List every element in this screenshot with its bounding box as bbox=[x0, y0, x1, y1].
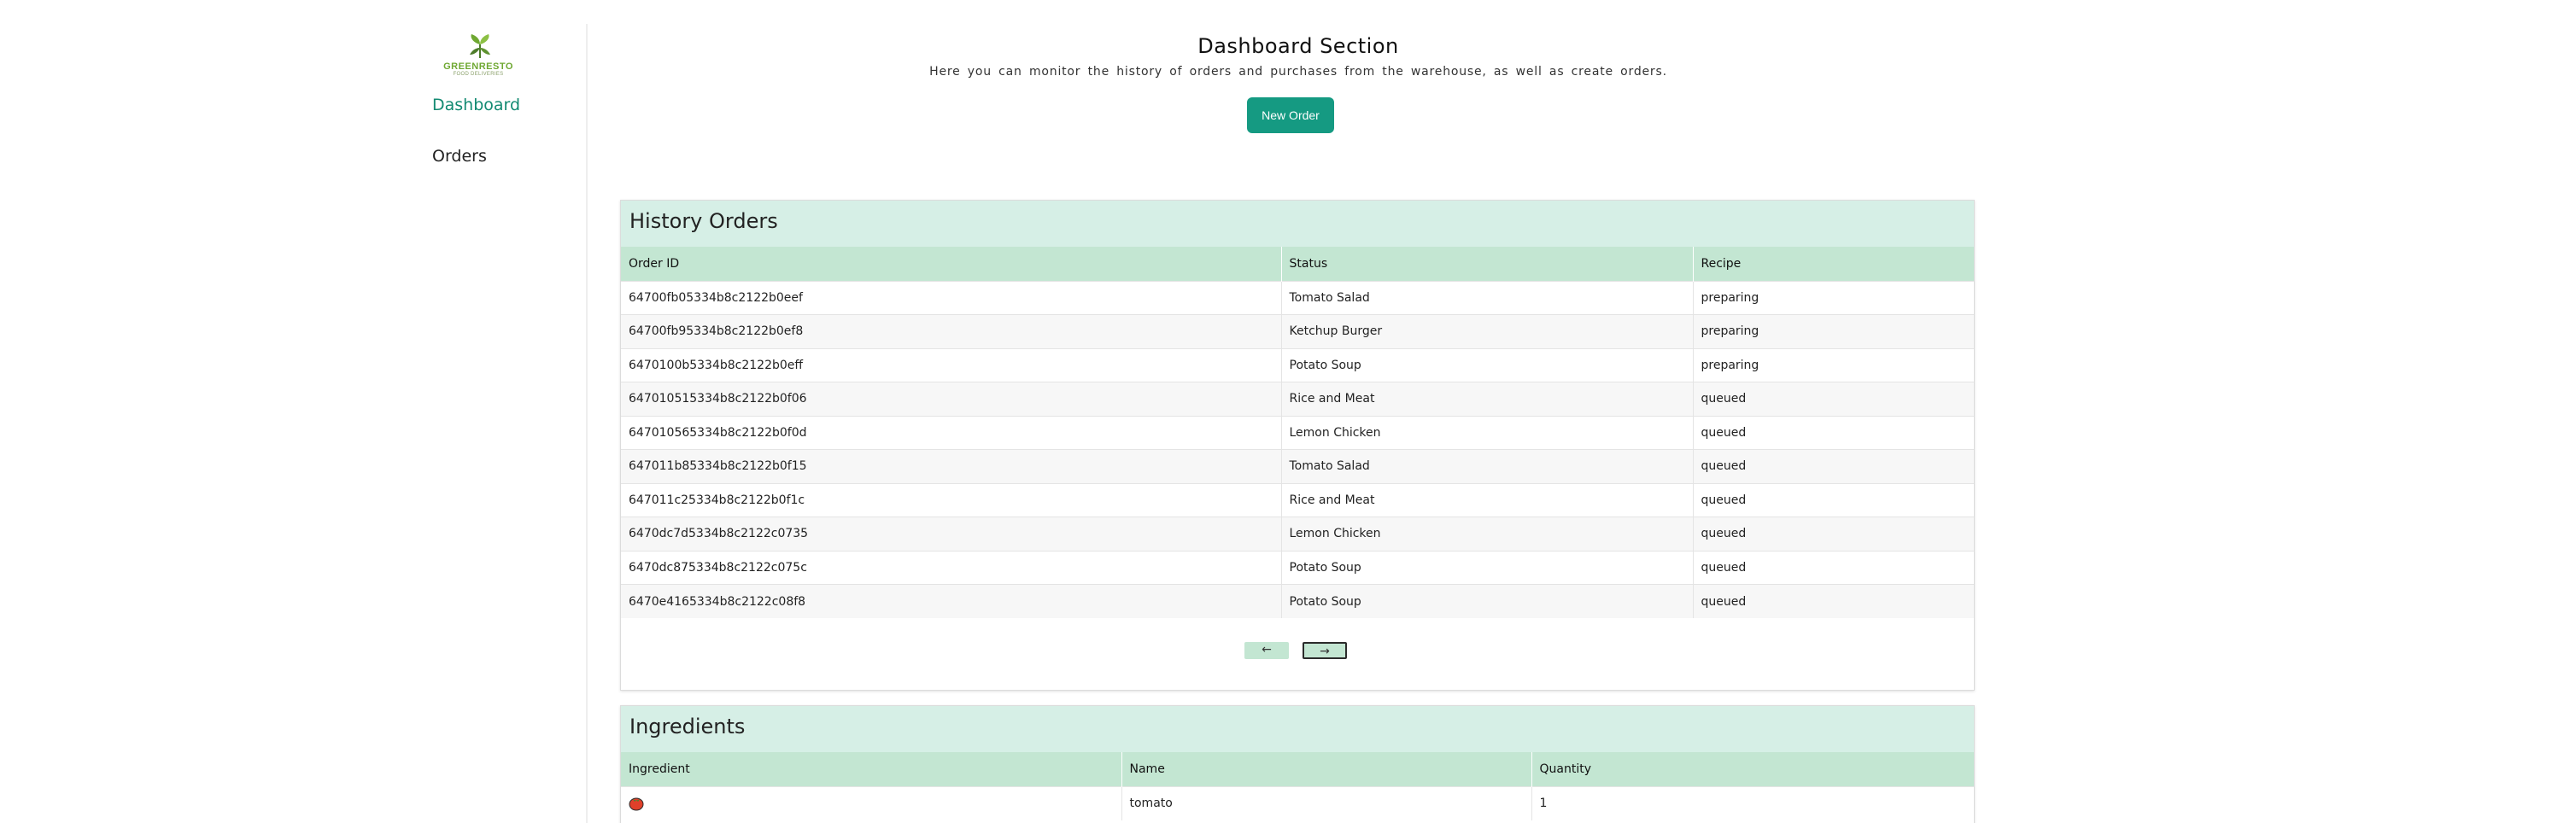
status-cell: Rice and Meat bbox=[1281, 382, 1694, 416]
table-row[interactable]: 64700fb05334b8c2122b0eef Tomato Salad prep… bbox=[621, 280, 1974, 315]
column-header-order-id: Order ID bbox=[621, 247, 1282, 281]
column-header-status: Status bbox=[1281, 247, 1694, 281]
sidebar-item-dashboard[interactable]: Dashboard bbox=[432, 96, 520, 114]
ingredients-card: Ingredients Ingredient Name Quantity tom… bbox=[620, 705, 1975, 823]
ingredient-icon-cell bbox=[621, 785, 1122, 820]
history-orders-card: History Orders Order ID Status Recipe 64… bbox=[620, 200, 1975, 691]
column-header-recipe: Recipe bbox=[1693, 247, 1974, 281]
table-header-row: Ingredient Name Quantity bbox=[621, 752, 1974, 786]
table-row[interactable]: 6470dc875334b8c2122c075c Potato Soup queue… bbox=[621, 550, 1974, 585]
status-cell: Ketchup Burger bbox=[1281, 314, 1694, 348]
table-row[interactable]: tomato 1 bbox=[621, 785, 1974, 820]
prev-page-button[interactable]: ← bbox=[1244, 642, 1289, 659]
table-header-row: Order ID Status Recipe bbox=[621, 247, 1974, 281]
order-id-cell: 6470dc875334b8c2122c075c bbox=[621, 550, 1282, 585]
ingredient-name-cell: tomato bbox=[1121, 785, 1532, 820]
tomato-icon bbox=[629, 797, 644, 811]
status-cell: Potato Soup bbox=[1281, 550, 1694, 585]
order-id-cell: 64700fb95334b8c2122b0ef8 bbox=[621, 314, 1282, 348]
status-cell: Lemon Chicken bbox=[1281, 415, 1694, 450]
new-order-button[interactable]: New Order bbox=[1247, 97, 1334, 133]
table-row[interactable]: 6470100b5334b8c2122b0eff Potato Soup prepa… bbox=[621, 347, 1974, 382]
order-id-cell: 647010565334b8c2122b0f0d bbox=[621, 415, 1282, 450]
history-orders-title: History Orders bbox=[621, 201, 1974, 247]
ingredients-table: Ingredient Name Quantity tomato 1 bbox=[621, 752, 1974, 820]
order-id-cell: 6470100b5334b8c2122b0eff bbox=[621, 347, 1282, 382]
table-row[interactable]: 6470dc7d5334b8c2122c0735 Lemon Chicken que… bbox=[621, 517, 1974, 551]
history-orders-table: Order ID Status Recipe 64700fb05334b8c21… bbox=[621, 247, 1974, 618]
recipe-cell: queued bbox=[1693, 584, 1974, 618]
recipe-cell: queued bbox=[1693, 550, 1974, 585]
status-cell: Lemon Chicken bbox=[1281, 517, 1694, 551]
sidebar-item-label: Orders bbox=[432, 147, 487, 166]
logo-brand-text: GREENRESTO bbox=[443, 61, 513, 72]
status-cell: Rice and Meat bbox=[1281, 482, 1694, 517]
order-id-cell: 6470dc7d5334b8c2122c0735 bbox=[621, 517, 1282, 551]
recipe-cell: queued bbox=[1693, 415, 1974, 450]
ingredients-title: Ingredients bbox=[621, 706, 1974, 752]
sidebar: GREENRESTO FOOD DELIVERIES Dashboard Ord… bbox=[417, 24, 588, 823]
order-id-cell: 64700fb05334b8c2122b0eef bbox=[621, 280, 1282, 315]
sidebar-item-label: Dashboard bbox=[432, 96, 521, 114]
order-id-cell: 6470e4165334b8c2122c08f8 bbox=[621, 584, 1282, 618]
pagination: ← → bbox=[621, 618, 1974, 690]
table-row[interactable]: 647011b85334b8c2122b0f15 Tomato Salad queu… bbox=[621, 449, 1974, 483]
table-row[interactable]: 647010515334b8c2122b0f06 Rice and Meat que… bbox=[621, 382, 1974, 416]
leaf-icon bbox=[470, 34, 490, 58]
status-cell: Tomato Salad bbox=[1281, 449, 1694, 483]
recipe-cell: queued bbox=[1693, 449, 1974, 483]
recipe-cell: queued bbox=[1693, 482, 1974, 517]
recipe-cell: preparing bbox=[1693, 280, 1974, 315]
recipe-cell: queued bbox=[1693, 382, 1974, 416]
sidebar-item-orders[interactable]: Orders bbox=[432, 147, 487, 166]
order-id-cell: 647011c25334b8c2122b0f1c bbox=[621, 482, 1282, 517]
recipe-cell: queued bbox=[1693, 517, 1974, 551]
order-id-cell: 647011b85334b8c2122b0f15 bbox=[621, 449, 1282, 483]
recipe-cell: preparing bbox=[1693, 314, 1974, 348]
table-row[interactable]: 64700fb95334b8c2122b0ef8 Ketchup Burger pr… bbox=[621, 314, 1974, 348]
column-header-ingredient: Ingredient bbox=[621, 752, 1122, 786]
column-header-name: Name bbox=[1121, 752, 1532, 786]
table-row[interactable]: 6470e4165334b8c2122c08f8 Potato Soup queue… bbox=[621, 584, 1974, 618]
order-id-cell: 647010515334b8c2122b0f06 bbox=[621, 382, 1282, 416]
page-subtitle: Here you can monitor the history of orde… bbox=[929, 65, 1667, 79]
status-cell: Potato Soup bbox=[1281, 347, 1694, 382]
column-header-quantity: Quantity bbox=[1531, 752, 1974, 786]
page-title: Dashboard Section bbox=[1197, 34, 1399, 58]
brand-logo[interactable]: GREENRESTO FOOD DELIVERIES bbox=[436, 32, 521, 80]
table-row[interactable]: 647010565334b8c2122b0f0d Lemon Chicken que… bbox=[621, 415, 1974, 450]
recipe-cell: preparing bbox=[1693, 347, 1974, 382]
status-cell: Potato Soup bbox=[1281, 584, 1694, 618]
ingredient-quantity-cell: 1 bbox=[1531, 785, 1974, 820]
next-page-button[interactable]: → bbox=[1303, 642, 1347, 659]
table-row[interactable]: 647011c25334b8c2122b0f1c Rice and Meat que… bbox=[621, 482, 1974, 517]
logo-wordmark: GREENRESTO FOOD DELIVERIES bbox=[436, 61, 521, 77]
logo-tagline-text: FOOD DELIVERIES bbox=[453, 72, 504, 77]
status-cell: Tomato Salad bbox=[1281, 280, 1694, 315]
